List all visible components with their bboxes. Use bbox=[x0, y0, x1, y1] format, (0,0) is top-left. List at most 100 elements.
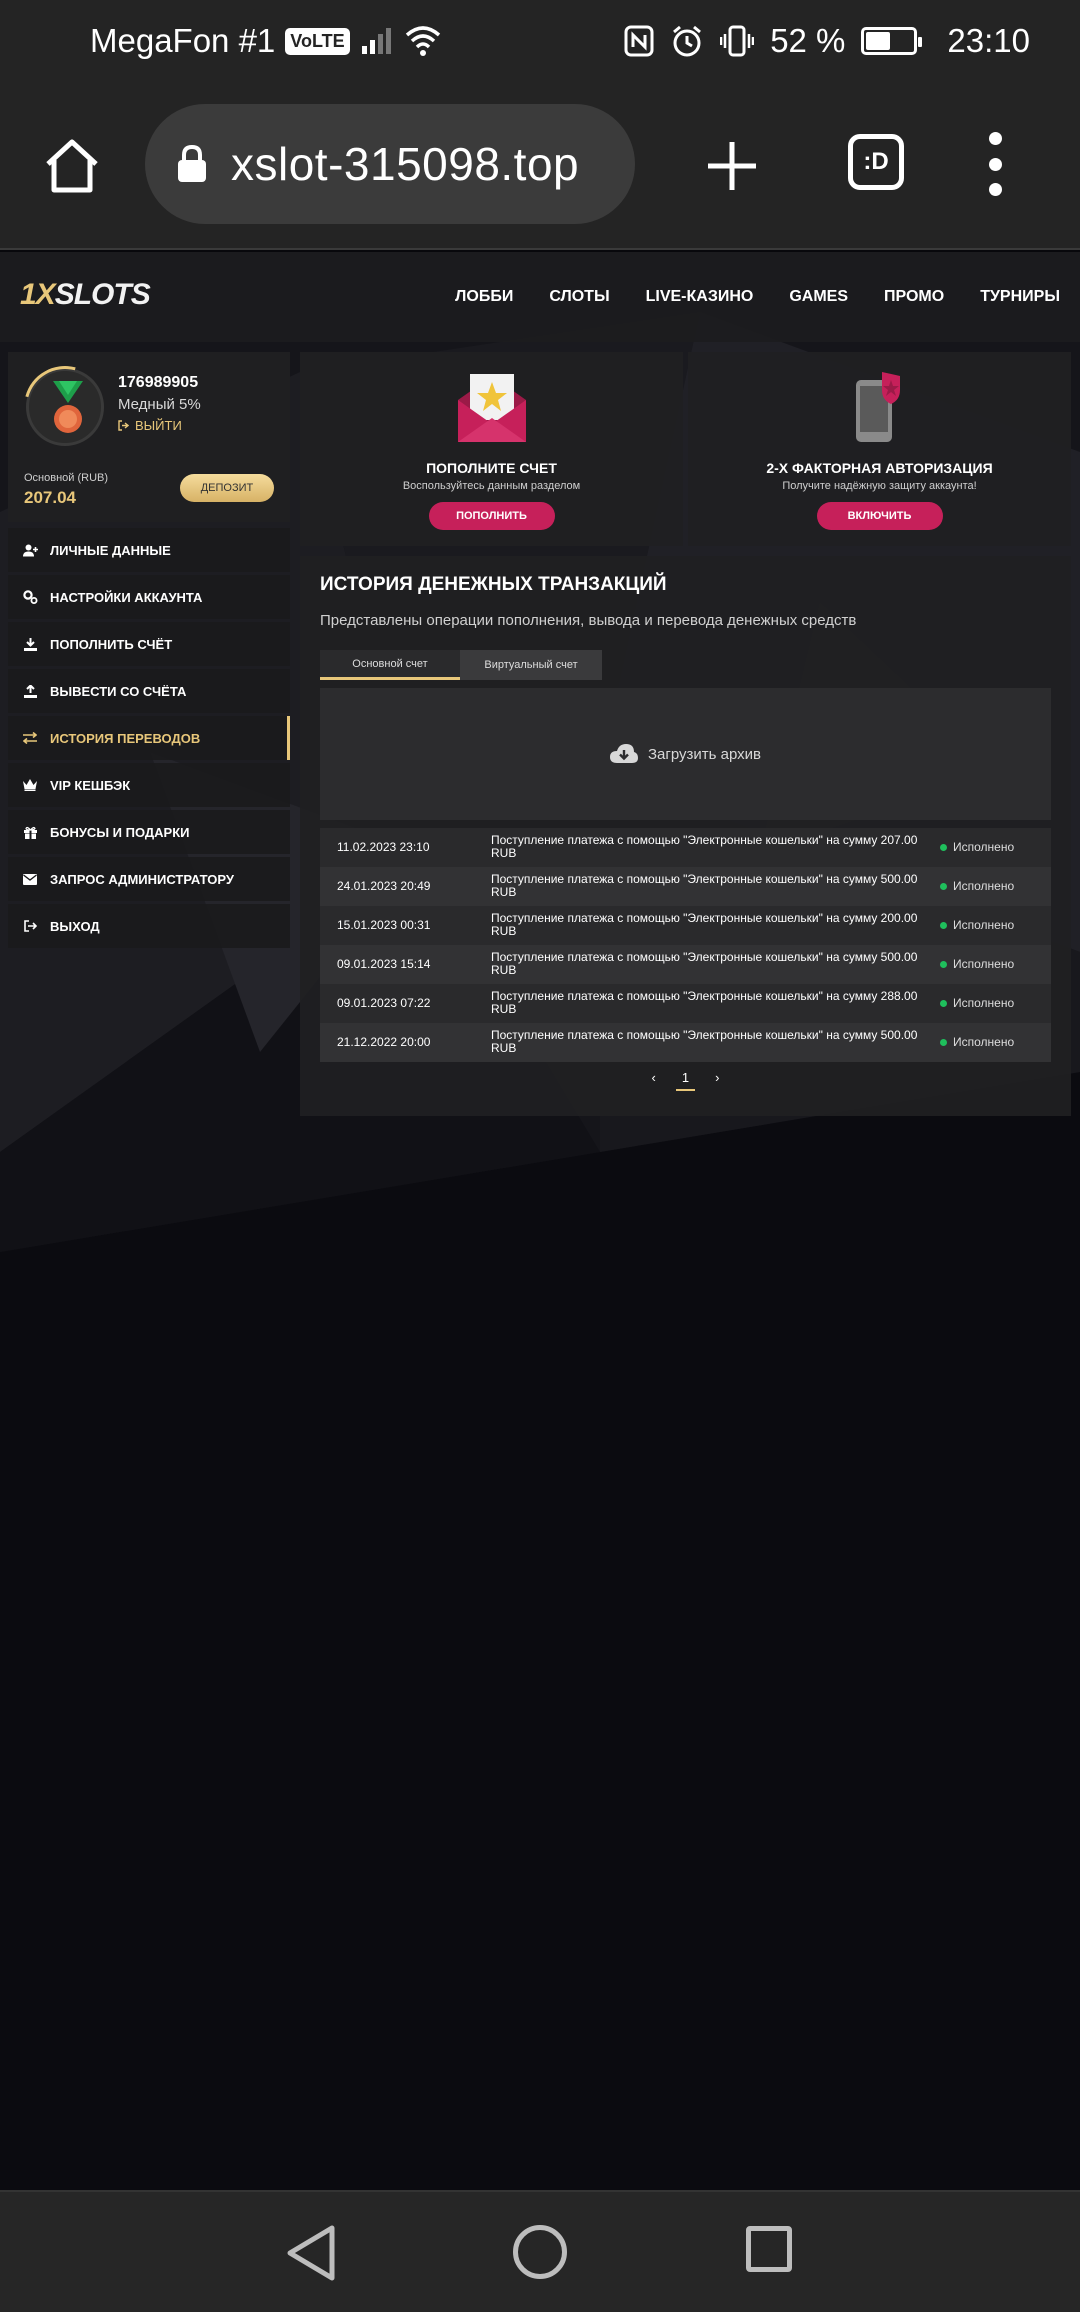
download-icon bbox=[22, 636, 38, 652]
transaction-history-panel: ИСТОРИЯ ДЕНЕЖНЫХ ТРАНЗАКЦИЙ Представлены… bbox=[300, 556, 1071, 1116]
upload-icon bbox=[22, 683, 38, 699]
menu-item-label: БОНУСЫ И ПОДАРКИ bbox=[50, 824, 190, 840]
menu-item-account-settings[interactable]: НАСТРОЙКИ АККАУНТА bbox=[8, 575, 290, 619]
tab-main-account[interactable]: Основной счет bbox=[320, 650, 460, 680]
logout-link[interactable]: ВЫЙТИ bbox=[118, 418, 182, 433]
url-text: xslot-315098.top bbox=[231, 138, 580, 190]
status-label: Исполнено bbox=[953, 996, 1015, 1010]
system-recents-button[interactable] bbox=[746, 2226, 792, 2272]
logo-suffix: SLOTS bbox=[54, 278, 151, 311]
menu-item-label: ИСТОРИЯ ПЕРЕВОДОВ bbox=[50, 730, 201, 746]
status-dot-icon bbox=[940, 1038, 947, 1046]
battery-percent: 52 % bbox=[770, 22, 846, 59]
menu-item-vip-cashback[interactable]: VIP КЕШБЭК bbox=[8, 763, 290, 807]
download-archive-button[interactable]: Загрузить архив bbox=[320, 688, 1051, 820]
new-tab-button[interactable] bbox=[700, 134, 764, 198]
table-row: 09.01.2023 07:22 Поступление платежа с п… bbox=[320, 984, 1051, 1023]
promo-subtitle: Воспользуйтесь данным разделом bbox=[402, 480, 581, 492]
enable-2fa-button[interactable]: ВКЛЮЧИТЬ bbox=[816, 502, 943, 530]
status-bar: MegaFon #1 VoLTE 52 % 23:10 bbox=[0, 0, 1080, 82]
user-plus-icon bbox=[22, 542, 38, 558]
table-row: 15.01.2023 00:31 Поступление платежа с п… bbox=[320, 906, 1051, 945]
nav-live-casino[interactable]: LIVE-КАЗИНО bbox=[646, 288, 754, 306]
status-label: Исполнено bbox=[953, 918, 1015, 932]
promo-subtitle: Получите надёжную защиту аккаунта! bbox=[782, 480, 977, 492]
status-dot-icon bbox=[940, 960, 947, 968]
tabs-switcher-button[interactable]: :D bbox=[848, 134, 904, 190]
tx-status: Исполнено bbox=[940, 918, 1014, 932]
tx-date: 15.01.2023 00:31 bbox=[337, 918, 431, 932]
clock: 23:10 bbox=[947, 22, 1030, 59]
menu-item-label: ВЫВЕСТИ СО СЧЁТА bbox=[50, 683, 187, 699]
tx-status: Исполнено bbox=[940, 957, 1014, 971]
promo-card-2fa: 2-Х ФАКТОРНАЯ АВТОРИЗАЦИЯ Получите надёж… bbox=[688, 352, 1071, 546]
status-dot-icon bbox=[940, 843, 947, 851]
battery-icon bbox=[861, 27, 923, 55]
account-tabs: Основной счет Виртуальный счет bbox=[320, 650, 602, 680]
user-level: Медный 5% bbox=[118, 396, 201, 413]
tx-status: Исполнено bbox=[940, 1035, 1014, 1049]
tx-description: Поступление платежа с помощью "Электронн… bbox=[491, 950, 918, 977]
menu-item-transfer-history[interactable]: ИСТОРИЯ ПЕРЕВОДОВ bbox=[8, 716, 290, 760]
nav-lobby[interactable]: ЛОББИ bbox=[455, 288, 513, 306]
logout-label: ВЫЙТИ bbox=[135, 418, 182, 433]
wifi-icon bbox=[404, 25, 442, 57]
menu-item-withdraw[interactable]: ВЫВЕСТИ СО СЧЁТА bbox=[8, 669, 290, 713]
lock-icon bbox=[178, 144, 206, 182]
site-header: 1XSLOTS ЛОББИ СЛОТЫ LIVE-КАЗИНО GAMES ПР… bbox=[0, 252, 1080, 342]
menu-item-label: ЛИЧНЫЕ ДАННЫЕ bbox=[50, 542, 171, 558]
tx-date: 21.12.2022 20:00 bbox=[337, 1035, 431, 1049]
home-icon bbox=[46, 139, 98, 193]
status-label: Исполнено bbox=[953, 879, 1015, 893]
phone-shield-icon bbox=[855, 372, 900, 442]
balance-label: Основной (RUB) bbox=[24, 472, 109, 484]
tx-date: 24.01.2023 20:49 bbox=[337, 879, 431, 893]
balance-value: 207.04 bbox=[24, 488, 76, 507]
tx-description: Поступление платежа с помощью "Электронн… bbox=[491, 989, 918, 1016]
transfer-icon bbox=[22, 730, 38, 746]
promo-title: 2-Х ФАКТОРНАЯ АВТОРИЗАЦИЯ bbox=[766, 460, 993, 476]
pager-next-button[interactable]: › bbox=[715, 1070, 719, 1085]
nfc-icon bbox=[624, 25, 654, 57]
menu-item-label: ПОПОЛНИТЬ СЧЁТ bbox=[50, 636, 173, 652]
medal-icon bbox=[53, 381, 83, 433]
menu-item-exit[interactable]: ВЫХОД bbox=[8, 904, 290, 948]
tab-virtual-account[interactable]: Виртуальный счет bbox=[460, 650, 602, 680]
pager-prev-button[interactable]: ‹ bbox=[652, 1070, 656, 1085]
menu-item-label: ЗАПРОС АДМИНИСТРАТОРУ bbox=[50, 871, 234, 887]
tx-date: 11.02.2023 23:10 bbox=[337, 840, 430, 854]
pager-page-1[interactable]: 1 bbox=[675, 1070, 696, 1091]
site-content: 1XSLOTS ЛОББИ СЛОТЫ LIVE-КАЗИНО GAMES ПР… bbox=[0, 252, 1080, 2190]
nav-tournaments[interactable]: ТУРНИРЫ bbox=[980, 288, 1060, 306]
avatar bbox=[8, 350, 122, 464]
carrier: MegaFon #1 VoLTE bbox=[90, 22, 442, 60]
status-icons: 52 % 23:10 bbox=[624, 22, 1030, 60]
pagination: ‹ 1 › bbox=[300, 1070, 1071, 1091]
nav-slots[interactable]: СЛОТЫ bbox=[549, 288, 609, 306]
tx-description: Поступление платежа с помощью "Электронн… bbox=[491, 833, 918, 860]
browser-menu-button[interactable] bbox=[980, 132, 1010, 196]
system-nav-bar bbox=[0, 2190, 1080, 2312]
menu-item-personal-data[interactable]: ЛИЧНЫЕ ДАННЫЕ bbox=[8, 528, 290, 572]
menu-item-admin-request[interactable]: ЗАПРОС АДМИНИСТРАТОРУ bbox=[8, 857, 290, 901]
promo-card-deposit: ПОПОЛНИТЕ СЧЕТ Воспользуйтесь данным раз… bbox=[300, 352, 683, 546]
deposit-button[interactable]: ДЕПОЗИТ bbox=[180, 474, 274, 502]
system-back-button[interactable] bbox=[282, 2222, 342, 2284]
browser-home-button[interactable] bbox=[40, 134, 104, 198]
plus-icon bbox=[708, 142, 756, 190]
nav-promo[interactable]: ПРОМО bbox=[884, 288, 944, 306]
main-nav: ЛОББИ СЛОТЫ LIVE-КАЗИНО GAMES ПРОМО ТУРН… bbox=[455, 252, 1060, 342]
nav-games[interactable]: GAMES bbox=[789, 288, 848, 306]
transactions-table: 11.02.2023 23:10 Поступление платежа с п… bbox=[320, 828, 1051, 1062]
top-up-button[interactable]: ПОПОЛНИТЬ bbox=[428, 502, 555, 530]
logout-icon bbox=[22, 918, 38, 934]
envelope-star-icon bbox=[457, 374, 526, 442]
signal-icon bbox=[360, 26, 394, 56]
site-logo[interactable]: 1XSLOTS bbox=[20, 278, 151, 312]
url-bar[interactable]: xslot-315098.top bbox=[145, 104, 635, 224]
tx-status: Исполнено bbox=[940, 879, 1014, 893]
system-home-button[interactable] bbox=[513, 2225, 567, 2279]
menu-item-deposit[interactable]: ПОПОЛНИТЬ СЧЁТ bbox=[8, 622, 290, 666]
status-label: Исполнено bbox=[953, 840, 1015, 854]
menu-item-bonuses[interactable]: БОНУСЫ И ПОДАРКИ bbox=[8, 810, 290, 854]
